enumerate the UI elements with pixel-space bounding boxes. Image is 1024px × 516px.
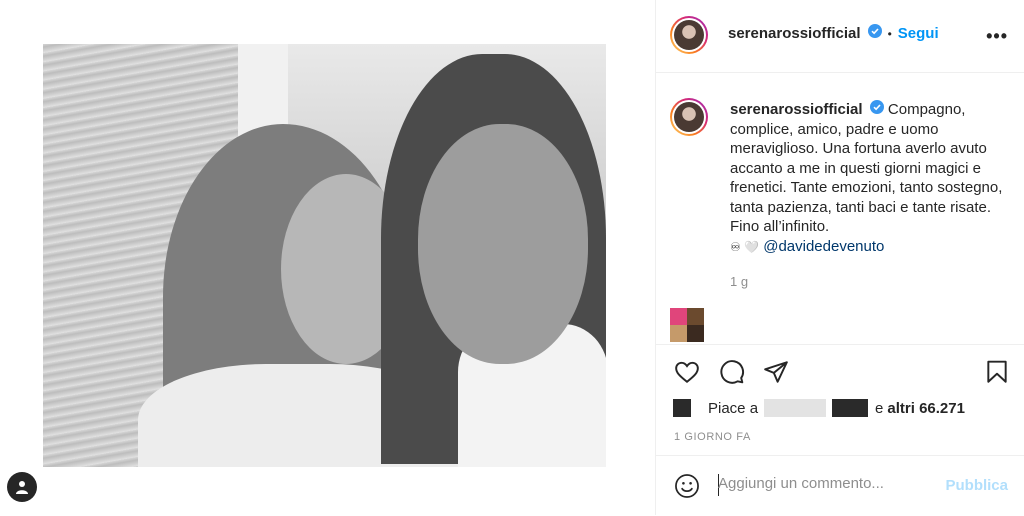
bookmark-icon[interactable] [984,359,1010,390]
verified-icon [869,100,884,120]
liked-by-line[interactable]: Piace a e altri 66.271 [670,399,965,417]
comment-input[interactable] [716,474,940,493]
emoji-icon[interactable] [674,473,700,504]
liker-name-blurred[interactable] [832,399,869,417]
post-media-area [0,0,655,515]
comment-bar: Pubblica [656,455,1024,516]
caption-text: Compagno, complice, amico, padre e uomo … [730,101,1003,236]
header-avatar[interactable] [670,16,708,54]
caption-username[interactable]: serenarossiofficial [730,101,863,118]
likes-others[interactable]: altri 66.271 [887,400,965,417]
photo-man-face [418,124,588,364]
publish-button[interactable]: Pubblica [945,477,1008,494]
liker-name-blurred[interactable] [764,399,827,417]
post-photo[interactable] [43,44,606,467]
verified-icon [867,24,882,43]
likers-avatar[interactable] [670,308,704,342]
more-options-button[interactable]: ••• [986,26,1008,47]
caption-time[interactable]: 1 g [730,274,748,289]
header-separator: • [887,26,892,41]
follow-button[interactable]: Segui [898,25,939,42]
share-icon[interactable] [763,359,789,390]
heart-icon[interactable] [674,359,700,390]
header-username[interactable]: serenarossiofficial [728,25,861,42]
likes-prefix: Piace a [708,399,759,417]
caption-avatar[interactable] [670,98,708,136]
post-date[interactable]: 1 GIORNO FA [674,431,751,443]
likes-conjunction: e [875,399,884,417]
comment-icon[interactable] [719,359,745,390]
post-actions: Piace a e altri 66.271 1 GIORNO FA [656,344,1024,455]
post-header: serenarossiofficial • Segui ••• [656,0,1024,73]
user-avatar-icon[interactable] [7,472,37,502]
post-side-panel: serenarossiofficial • Segui ••• serenaro… [656,0,1024,515]
caption-mention[interactable]: @davidedevenuto [763,238,884,255]
liker-avatar[interactable] [673,399,691,417]
caption-emoji: ♾ 🤍 [730,239,760,254]
post-caption: serenarossiofficial Compagno, complice, … [730,100,1012,257]
